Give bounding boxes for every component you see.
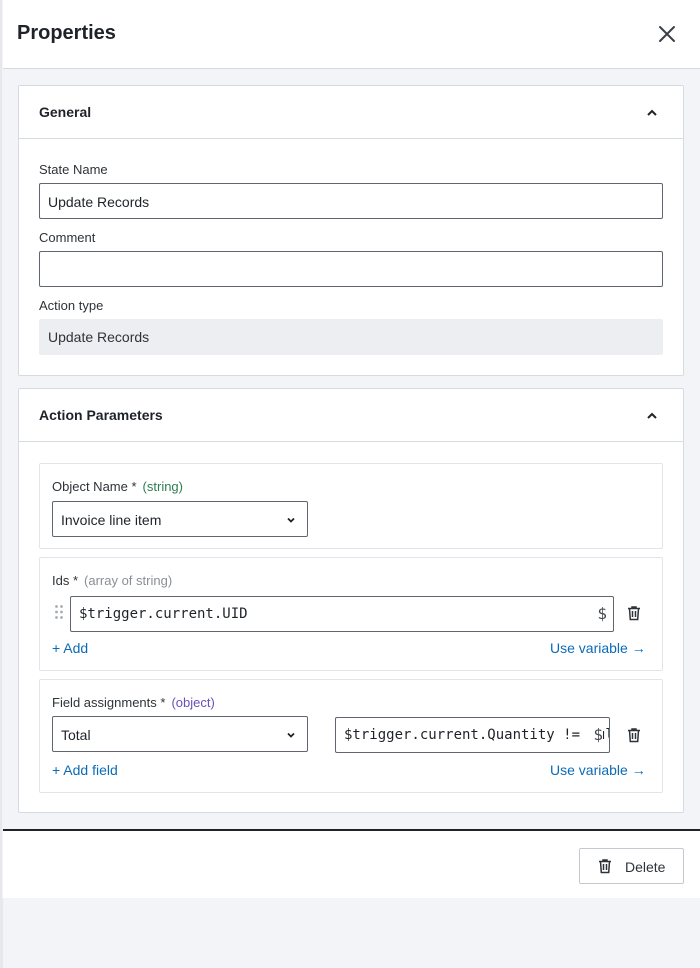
chevron-down-icon	[287, 517, 295, 523]
action-type-value: Update Records	[39, 319, 663, 355]
state-name-label: State Name	[39, 162, 108, 177]
add-id-link[interactable]: + Add	[52, 640, 88, 656]
ids-type-hint: (array of string)	[84, 573, 173, 588]
ids-value-input[interactable]: $trigger.current.UID $	[70, 596, 614, 632]
trash-icon[interactable]	[625, 604, 643, 622]
action-parameters-title: Action Parameters	[39, 407, 163, 423]
ids-label-text: Ids *	[52, 573, 79, 588]
object-name-selected-value: Invoice line item	[61, 512, 162, 528]
object-name-label-text: Object Name *	[52, 479, 137, 494]
drag-handle-icon[interactable]	[54, 604, 64, 620]
close-icon	[659, 26, 675, 42]
general-section: General State Name Update Records Commen…	[18, 85, 684, 376]
field-select[interactable]: Total	[52, 716, 308, 752]
ids-label: Ids * (array of string)	[52, 573, 172, 588]
field-value-text: $trigger.current.Quantity != null	[344, 727, 610, 743]
general-section-title: General	[39, 104, 92, 120]
add-field-link[interactable]: + Add field	[52, 762, 118, 778]
field-selected-value: Total	[61, 727, 91, 743]
chevron-up-icon[interactable]	[645, 409, 659, 423]
variable-dollar-icon[interactable]: $	[589, 726, 603, 744]
panel-title: Properties	[17, 22, 116, 44]
comment-label: Comment	[39, 230, 96, 245]
properties-scroll-area[interactable]: General State Name Update Records Commen…	[3, 69, 700, 829]
field-assignments-type-hint: (object)	[171, 695, 215, 710]
chevron-up-icon[interactable]	[645, 106, 659, 120]
object-name-select[interactable]: Invoice line item	[52, 501, 308, 537]
field-value-input[interactable]: $trigger.current.Quantity != null $	[335, 717, 610, 753]
close-button[interactable]	[655, 22, 679, 46]
field-assignments-group: Field assignments * (object) Total $trigg…	[39, 679, 663, 793]
general-section-header[interactable]: General	[19, 86, 683, 139]
delete-button[interactable]: Delete	[579, 848, 684, 884]
variable-dollar-icon[interactable]: $	[593, 605, 607, 623]
ids-group: Ids * (array of string) $trigger.current.…	[39, 557, 663, 671]
trash-icon[interactable]	[625, 726, 643, 744]
state-name-input[interactable]: Update Records	[39, 183, 663, 219]
ids-value-text: $trigger.current.UID	[79, 606, 248, 622]
action-type-label: Action type	[39, 298, 104, 313]
field-assignments-label: Field assignments * (object)	[52, 695, 215, 710]
panel-header: Properties	[3, 0, 700, 69]
object-name-type-hint: (string)	[142, 479, 183, 494]
delete-button-label: Delete	[625, 859, 666, 875]
field-assignments-label-text: Field assignments *	[52, 695, 166, 710]
chevron-down-icon	[287, 732, 295, 738]
panel-footer: Delete	[3, 829, 700, 898]
object-name-label: Object Name * (string)	[52, 479, 183, 494]
ids-use-variable-link[interactable]: Use variable →	[550, 640, 646, 656]
fields-use-variable-link[interactable]: Use variable →	[550, 762, 646, 778]
action-parameters-section: Action Parameters Object Name * (string) …	[18, 388, 684, 813]
object-name-group: Object Name * (string) Invoice line item	[39, 463, 663, 549]
comment-input[interactable]	[39, 251, 663, 287]
action-parameters-header[interactable]: Action Parameters	[19, 389, 683, 442]
trash-icon	[599, 859, 611, 874]
